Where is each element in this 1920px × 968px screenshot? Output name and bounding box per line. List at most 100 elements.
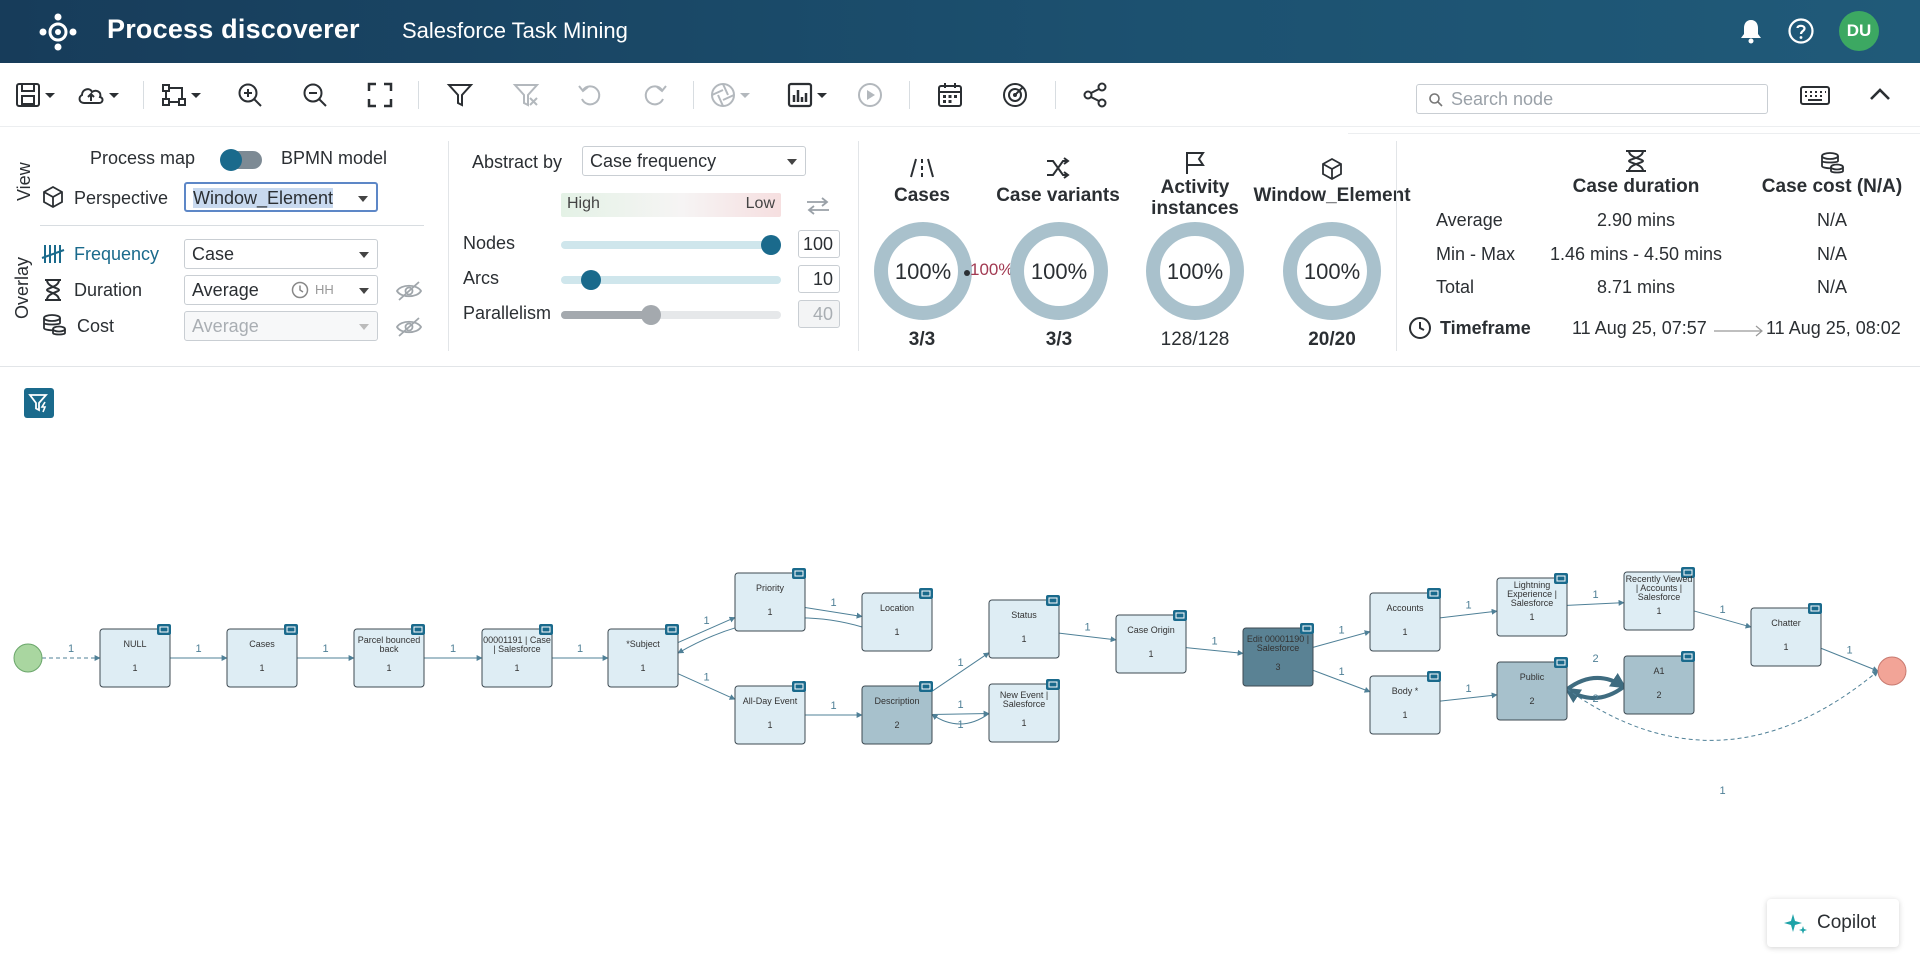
share-button[interactable] xyxy=(1081,80,1109,110)
graph-edge[interactable] xyxy=(931,710,990,717)
keyboard-icon xyxy=(1800,86,1830,105)
node-box xyxy=(734,572,806,632)
help-icon[interactable] xyxy=(1786,16,1816,46)
zoom-in-button[interactable] xyxy=(236,80,264,110)
arcs-value[interactable]: 10 xyxy=(798,265,840,293)
abstract-by-select[interactable]: Case frequency xyxy=(582,146,806,176)
frequency-select[interactable]: Case xyxy=(184,239,378,269)
parallelism-value[interactable]: 40 xyxy=(798,300,840,328)
view-mode-toggle[interactable] xyxy=(220,149,262,171)
filter-button[interactable] xyxy=(446,80,474,110)
graph-edge[interactable] xyxy=(1058,632,1117,643)
process-node[interactable]: Recently Viewed| Accounts |Salesforce1 xyxy=(1623,567,1695,631)
fit-to-screen-button[interactable] xyxy=(366,80,394,110)
process-node[interactable]: Case Origin 1 xyxy=(1115,610,1187,674)
process-graph[interactable]: 1111111111111111111112211 NULL1 Cases1 Par… xyxy=(0,368,1920,968)
app-logo-icon[interactable] xyxy=(38,12,78,52)
node-count: 1 xyxy=(1021,634,1026,644)
window-donut[interactable]: 100% xyxy=(1280,219,1384,323)
process-node[interactable]: A1 2 xyxy=(1623,651,1695,715)
redo-button[interactable] xyxy=(641,80,669,110)
slider-knob[interactable] xyxy=(761,235,781,255)
app-title: Process discoverer xyxy=(107,14,360,44)
start-event[interactable] xyxy=(13,643,43,673)
activities-donut[interactable]: 100% xyxy=(1143,219,1247,323)
cost-label[interactable]: Cost xyxy=(77,316,114,337)
graph-edge[interactable] xyxy=(1566,599,1625,606)
duration-label[interactable]: Duration xyxy=(74,280,142,301)
node-image-icon xyxy=(157,624,171,635)
process-node[interactable]: All-Day Event 1 xyxy=(734,681,806,745)
swap-direction-icon[interactable] xyxy=(805,196,831,216)
copilot-label: Copilot xyxy=(1817,912,1877,933)
eye-hidden-icon[interactable] xyxy=(395,280,423,302)
process-node[interactable]: Edit 00001190 |Salesforce3 xyxy=(1242,623,1314,687)
node-box xyxy=(1369,675,1441,735)
graph-edge[interactable] xyxy=(1439,608,1498,619)
graph-edge[interactable] xyxy=(1439,692,1498,702)
node-image-icon xyxy=(1046,679,1060,690)
keyboard-shortcuts-button[interactable] xyxy=(1799,80,1831,110)
node-label: Salesforce xyxy=(1257,643,1300,653)
timeframe-button[interactable] xyxy=(936,80,964,110)
duration-select[interactable]: Average HH xyxy=(184,275,378,305)
node-label: Public xyxy=(1520,672,1545,682)
variants-donut[interactable]: 100% xyxy=(1007,219,1111,323)
overlay-section-label: Overlay xyxy=(12,256,32,319)
process-node[interactable]: New Event |Salesforce1 xyxy=(988,679,1060,743)
process-node[interactable]: Cases 1 xyxy=(226,624,298,688)
graph-edge[interactable] xyxy=(1565,672,1627,691)
cloud-menu-button[interactable] xyxy=(76,80,122,110)
collapse-panel-button[interactable] xyxy=(1866,80,1894,110)
notifications-bell-icon[interactable] xyxy=(1736,16,1766,46)
perspective-select[interactable]: Window_Element xyxy=(184,182,378,212)
slider-knob[interactable] xyxy=(581,270,601,290)
process-node[interactable]: Parcel bouncedback1 xyxy=(353,624,425,688)
node-image-icon xyxy=(411,624,425,635)
chart-menu-button[interactable] xyxy=(786,80,830,110)
panel-divider xyxy=(448,141,449,351)
animation-menu-button[interactable] xyxy=(709,80,753,110)
play-animation-button[interactable] xyxy=(856,80,884,110)
frequency-label[interactable]: Frequency xyxy=(74,244,159,265)
process-node[interactable]: Public 2 xyxy=(1496,657,1568,721)
process-node[interactable]: 00001191 | Case| Salesforce1 xyxy=(481,624,553,688)
clock-icon xyxy=(1409,317,1431,339)
cost-select[interactable]: Average xyxy=(184,311,378,341)
cases-donut[interactable]: 100% xyxy=(871,219,975,323)
graph-edges: 1 1 1 1 1 1 1 1 1 1 1 1 1 1 1 1 1 1 1 1 1 2 2 1 1 xyxy=(42,585,1879,797)
chevron-down-icon xyxy=(359,288,369,294)
target-icon xyxy=(1003,83,1027,107)
slider-knob[interactable] xyxy=(641,305,661,325)
clear-filter-button[interactable] xyxy=(512,80,540,110)
end-event[interactable] xyxy=(1877,656,1907,686)
activities-count: 128/128 xyxy=(1160,329,1230,350)
node-image-icon xyxy=(792,568,806,579)
undo-button[interactable] xyxy=(576,80,604,110)
process-node[interactable]: Status 1 xyxy=(988,595,1060,659)
nodes-value[interactable]: 100 xyxy=(798,230,840,258)
search-node-input[interactable] xyxy=(1451,88,1751,110)
clock-icon xyxy=(291,281,309,299)
process-node[interactable]: NULL 1 xyxy=(99,624,171,688)
process-node[interactable]: *Subject 1 xyxy=(607,624,679,688)
process-node[interactable]: Chatter 1 xyxy=(1750,603,1822,667)
save-menu-button[interactable] xyxy=(14,80,58,110)
process-node[interactable]: Body * 1 xyxy=(1369,671,1441,735)
performance-button[interactable] xyxy=(1001,80,1029,110)
process-node[interactable]: Priority 1 xyxy=(734,568,806,632)
process-map-canvas[interactable]: 1111111111111111111112211 NULL1 Cases1 Par… xyxy=(0,368,1920,968)
flag-icon xyxy=(1186,152,1205,174)
filter-icon xyxy=(446,84,474,107)
layout-menu-button[interactable] xyxy=(160,80,204,110)
copilot-button[interactable]: Copilot xyxy=(1767,899,1899,947)
zoom-out-button[interactable] xyxy=(301,80,329,110)
process-node[interactable]: Location 1 xyxy=(861,588,933,652)
user-avatar[interactable]: DU xyxy=(1839,11,1879,51)
process-node[interactable]: Accounts 1 xyxy=(1369,588,1441,652)
graph-edge[interactable] xyxy=(1185,647,1244,656)
process-node[interactable]: Description 2 xyxy=(861,681,933,745)
eye-hidden-icon[interactable] xyxy=(395,316,423,338)
process-node[interactable]: LightningExperience |Salesforce1 xyxy=(1496,573,1568,637)
window-title: Window_Element xyxy=(1253,185,1411,206)
